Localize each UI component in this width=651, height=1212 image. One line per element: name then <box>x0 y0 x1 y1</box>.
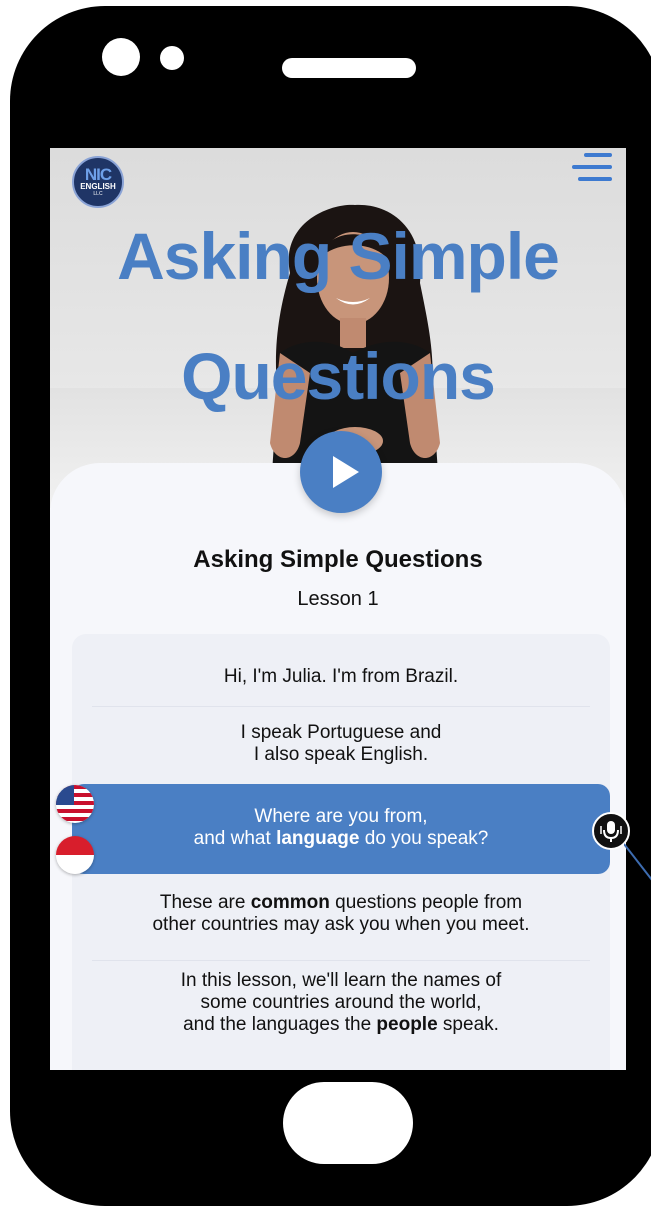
pointer-line <box>624 843 651 881</box>
logo-mark: NIC <box>84 165 112 184</box>
transcript-line[interactable]: I speak Portuguese and I also speak Engl… <box>72 722 610 766</box>
vocab-word[interactable]: people <box>376 1014 437 1035</box>
logo-sub: ENGLISH <box>80 182 116 191</box>
transcript-text: some countries around the world, <box>200 992 482 1013</box>
divider <box>92 960 590 961</box>
transcript-text: other countries may ask you when you mee… <box>152 914 530 935</box>
transcript-text: and what <box>193 828 277 849</box>
transcript-text: I speak Portuguese and <box>240 722 442 743</box>
hamburger-menu-icon[interactable] <box>562 148 612 188</box>
hero-title-line2: Questions <box>181 339 496 413</box>
sensor <box>160 46 184 70</box>
play-icon[interactable] <box>300 431 382 513</box>
logo[interactable]: NIC ENGLISH LLC <box>72 156 124 208</box>
transcript-text: questions people from <box>329 892 523 913</box>
lesson-subtitle: Lesson 1 <box>297 588 379 610</box>
transcript-text: speak. <box>437 1014 499 1035</box>
app-screen: NIC ENGLISH LLC Asking Simple Questions … <box>50 148 626 1070</box>
hero-title-line1: Asking Simple <box>117 219 560 293</box>
transcript-line-active[interactable]: Where are you from, and what language do… <box>72 784 610 874</box>
transcript-line[interactable]: These are common questions people from o… <box>72 892 610 936</box>
indonesia-flag-icon[interactable] <box>56 836 94 874</box>
lesson-title: Asking Simple Questions <box>193 546 483 573</box>
transcript-text: These are <box>159 892 251 913</box>
transcript-text: do you speak? <box>359 828 489 849</box>
transcript-line[interactable]: Hi, I'm Julia. I'm from Brazil. <box>72 666 610 688</box>
logo-sub2: LLC <box>93 191 103 197</box>
speaker-grille <box>282 58 416 78</box>
front-camera <box>102 38 140 76</box>
divider <box>92 706 590 707</box>
transcript-line[interactable]: In this lesson, we'll learn the names of… <box>72 970 610 1036</box>
us-flag-icon[interactable] <box>56 785 94 823</box>
transcript-text: Where are you from, and what language do… <box>72 806 610 850</box>
transcript-text: Where are you from, <box>254 806 428 827</box>
vocab-word[interactable]: language <box>276 828 359 849</box>
home-button[interactable] <box>283 1082 413 1164</box>
transcript-text: I also speak English. <box>253 744 429 765</box>
vocab-word[interactable]: common <box>251 892 330 913</box>
transcript-text: In this lesson, we'll learn the names of <box>180 970 502 991</box>
transcript-panel: Hi, I'm Julia. I'm from Brazil. I speak … <box>72 634 610 1070</box>
transcript-text: and the languages the <box>183 1014 377 1035</box>
